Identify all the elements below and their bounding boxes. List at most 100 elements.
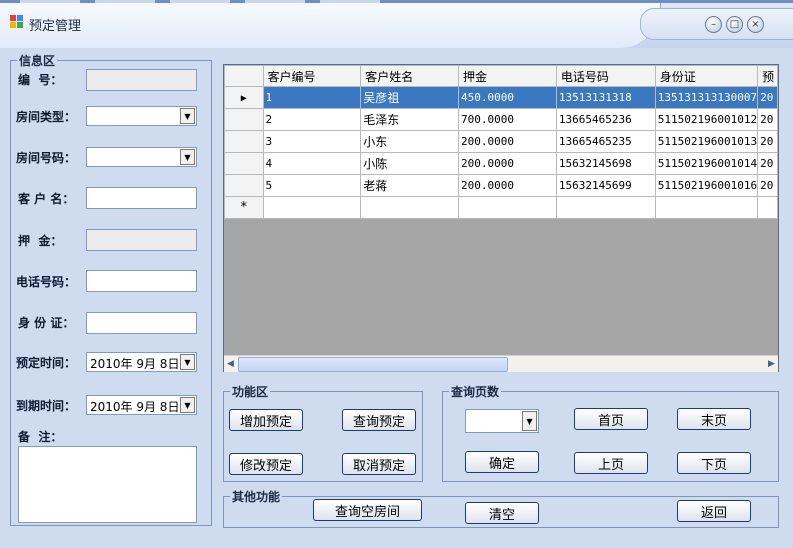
phone-input[interactable] (86, 270, 197, 292)
row-header[interactable] (224, 152, 264, 175)
reserve-date-value: 2010年 9月 8日 (90, 357, 180, 371)
column-header[interactable]: 押金 (458, 65, 557, 87)
table-cell[interactable]: 511502196001014 (654, 152, 759, 175)
confirm-label: 确定 (488, 456, 515, 472)
new-row[interactable]: * (224, 196, 778, 219)
add-reservation-button[interactable]: 增加预定 (229, 409, 303, 431)
table-cell[interactable]: 511502196001016 (654, 174, 759, 197)
info-section-legend: 信息区 (19, 54, 56, 68)
last-page-button[interactable]: 末页 (677, 408, 751, 430)
page-query-legend: 查询页数 (451, 385, 500, 399)
table-cell[interactable]: 200.0000 (458, 152, 557, 175)
table-cell[interactable]: 2 (262, 108, 362, 131)
table-cell[interactable]: 13513131318 (555, 86, 656, 109)
chevron-down-icon: ▼ (180, 354, 195, 370)
current-row-icon: ▶ (240, 93, 247, 104)
scroll-left-icon[interactable]: ◀ (224, 357, 237, 370)
scroll-right-icon[interactable]: ▶ (765, 357, 778, 370)
table-cell[interactable]: 20 (757, 174, 778, 197)
id-card-input[interactable] (86, 312, 197, 334)
table-cell[interactable]: 450.0000 (458, 86, 557, 109)
prev-page-label: 上页 (597, 457, 624, 473)
table-cell[interactable]: 吴彦祖 (360, 86, 460, 109)
other-functions-legend: 其他功能 (232, 490, 281, 504)
table-cell[interactable]: 200.0000 (458, 174, 557, 197)
column-header[interactable]: 客户姓名 (360, 65, 460, 87)
customer-name-input[interactable] (86, 187, 197, 209)
modify-reservation-label: 修改预定 (239, 458, 292, 474)
new-row-icon: * (239, 200, 248, 215)
room-number-label: 房间号码： (16, 151, 77, 165)
table-cell[interactable]: 3 (262, 130, 362, 153)
column-header[interactable]: 预 (757, 65, 778, 87)
clear-button[interactable]: 清空 (465, 502, 539, 524)
table-cell[interactable]: 4 (262, 152, 362, 175)
table-cell[interactable]: 15632145699 (555, 174, 656, 197)
table-cell[interactable]: 毛泽东 (360, 108, 460, 131)
table-cell[interactable]: 15632145698 (555, 152, 656, 175)
column-header[interactable]: 身份证 (654, 65, 759, 87)
table-cell[interactable]: 200.0000 (458, 130, 557, 153)
row-header[interactable] (224, 108, 264, 131)
table-row[interactable]: 4 小陈 200.0000 15632145698 51150219600101… (224, 152, 778, 175)
table-row[interactable]: 3 小东 200.0000 13665465235 51150219600101… (224, 130, 778, 153)
note-label: 备 注： (18, 430, 63, 444)
table-header-row: 客户编号 客户姓名 押金 电话号码 身份证 预 (224, 65, 778, 87)
row-header[interactable]: * (224, 196, 264, 219)
table-cell[interactable]: 20 (757, 152, 778, 175)
table-cell[interactable]: 700.0000 (458, 108, 557, 131)
column-header[interactable]: 客户编号 (262, 65, 362, 87)
first-page-button[interactable]: 首页 (574, 408, 648, 430)
table-cell[interactable]: 13665465236 (555, 108, 656, 131)
row-header[interactable] (224, 130, 264, 153)
reserve-date-picker[interactable]: 2010年 9月 8日 ▼ (86, 352, 197, 372)
scrollbar-thumb[interactable] (238, 357, 508, 372)
table-cell[interactable]: 老蒋 (360, 174, 460, 197)
table-cell[interactable]: 5 (262, 174, 362, 197)
table-cell[interactable] (360, 196, 460, 219)
confirm-button[interactable]: 确定 (465, 451, 539, 473)
table-cell[interactable]: 511502196001012 (654, 108, 759, 131)
table-cell[interactable]: 小陈 (360, 152, 460, 175)
close-button[interactable]: × (747, 16, 764, 33)
table-cell[interactable]: 13665465235 (555, 130, 656, 153)
table-cell[interactable]: 135131313130007 (654, 86, 759, 109)
table-cell[interactable] (458, 196, 557, 219)
room-number-select[interactable]: ▼ (86, 147, 197, 167)
expire-date-picker[interactable]: 2010年 9月 8日 ▼ (86, 395, 197, 415)
row-header[interactable]: ▶ (224, 86, 264, 109)
page-number-select[interactable]: ▼ (465, 409, 539, 433)
query-reservation-button[interactable]: 查询预定 (342, 409, 416, 431)
id-field[interactable] (86, 69, 197, 91)
app-icon (10, 15, 23, 28)
cancel-reservation-button[interactable]: 取消预定 (342, 453, 416, 475)
table-cell[interactable] (262, 196, 362, 219)
prev-page-button[interactable]: 上页 (574, 452, 648, 474)
table-cell[interactable] (654, 196, 759, 219)
row-header[interactable] (224, 174, 264, 197)
query-empty-rooms-button[interactable]: 查询空房间 (313, 499, 422, 521)
table-cell[interactable]: 20 (757, 130, 778, 153)
table-row[interactable]: 5 老蒋 200.0000 15632145699 51150219600101… (224, 174, 778, 197)
maximize-button[interactable]: □ (726, 16, 743, 33)
close-icon: × (751, 18, 760, 30)
horizontal-scrollbar[interactable]: ◀ ▶ (224, 355, 778, 372)
table-row[interactable]: ▶ 1 吴彦祖 450.0000 13513131318 13513131313… (224, 86, 778, 109)
table-cell[interactable]: 511502196001013 (654, 130, 759, 153)
table-cell[interactable]: 1 (262, 86, 362, 109)
note-textarea[interactable] (18, 446, 197, 523)
back-button[interactable]: 返回 (677, 500, 751, 522)
table-row[interactable]: 2 毛泽东 700.0000 13665465236 5115021960010… (224, 108, 778, 131)
next-page-button[interactable]: 下页 (677, 452, 751, 474)
table-cell[interactable] (555, 196, 656, 219)
table-cell[interactable]: 小东 (360, 130, 460, 153)
modify-reservation-button[interactable]: 修改预定 (229, 453, 303, 475)
table-cell[interactable]: 20 (757, 108, 778, 131)
table-cell[interactable] (757, 196, 778, 219)
column-header[interactable]: 电话号码 (555, 65, 656, 87)
table-cell[interactable]: 20 (757, 86, 778, 109)
deposit-field[interactable] (86, 229, 197, 251)
minimize-button[interactable]: – (705, 16, 722, 33)
query-empty-rooms-label: 查询空房间 (334, 504, 400, 520)
room-type-select[interactable]: ▼ (86, 106, 197, 126)
